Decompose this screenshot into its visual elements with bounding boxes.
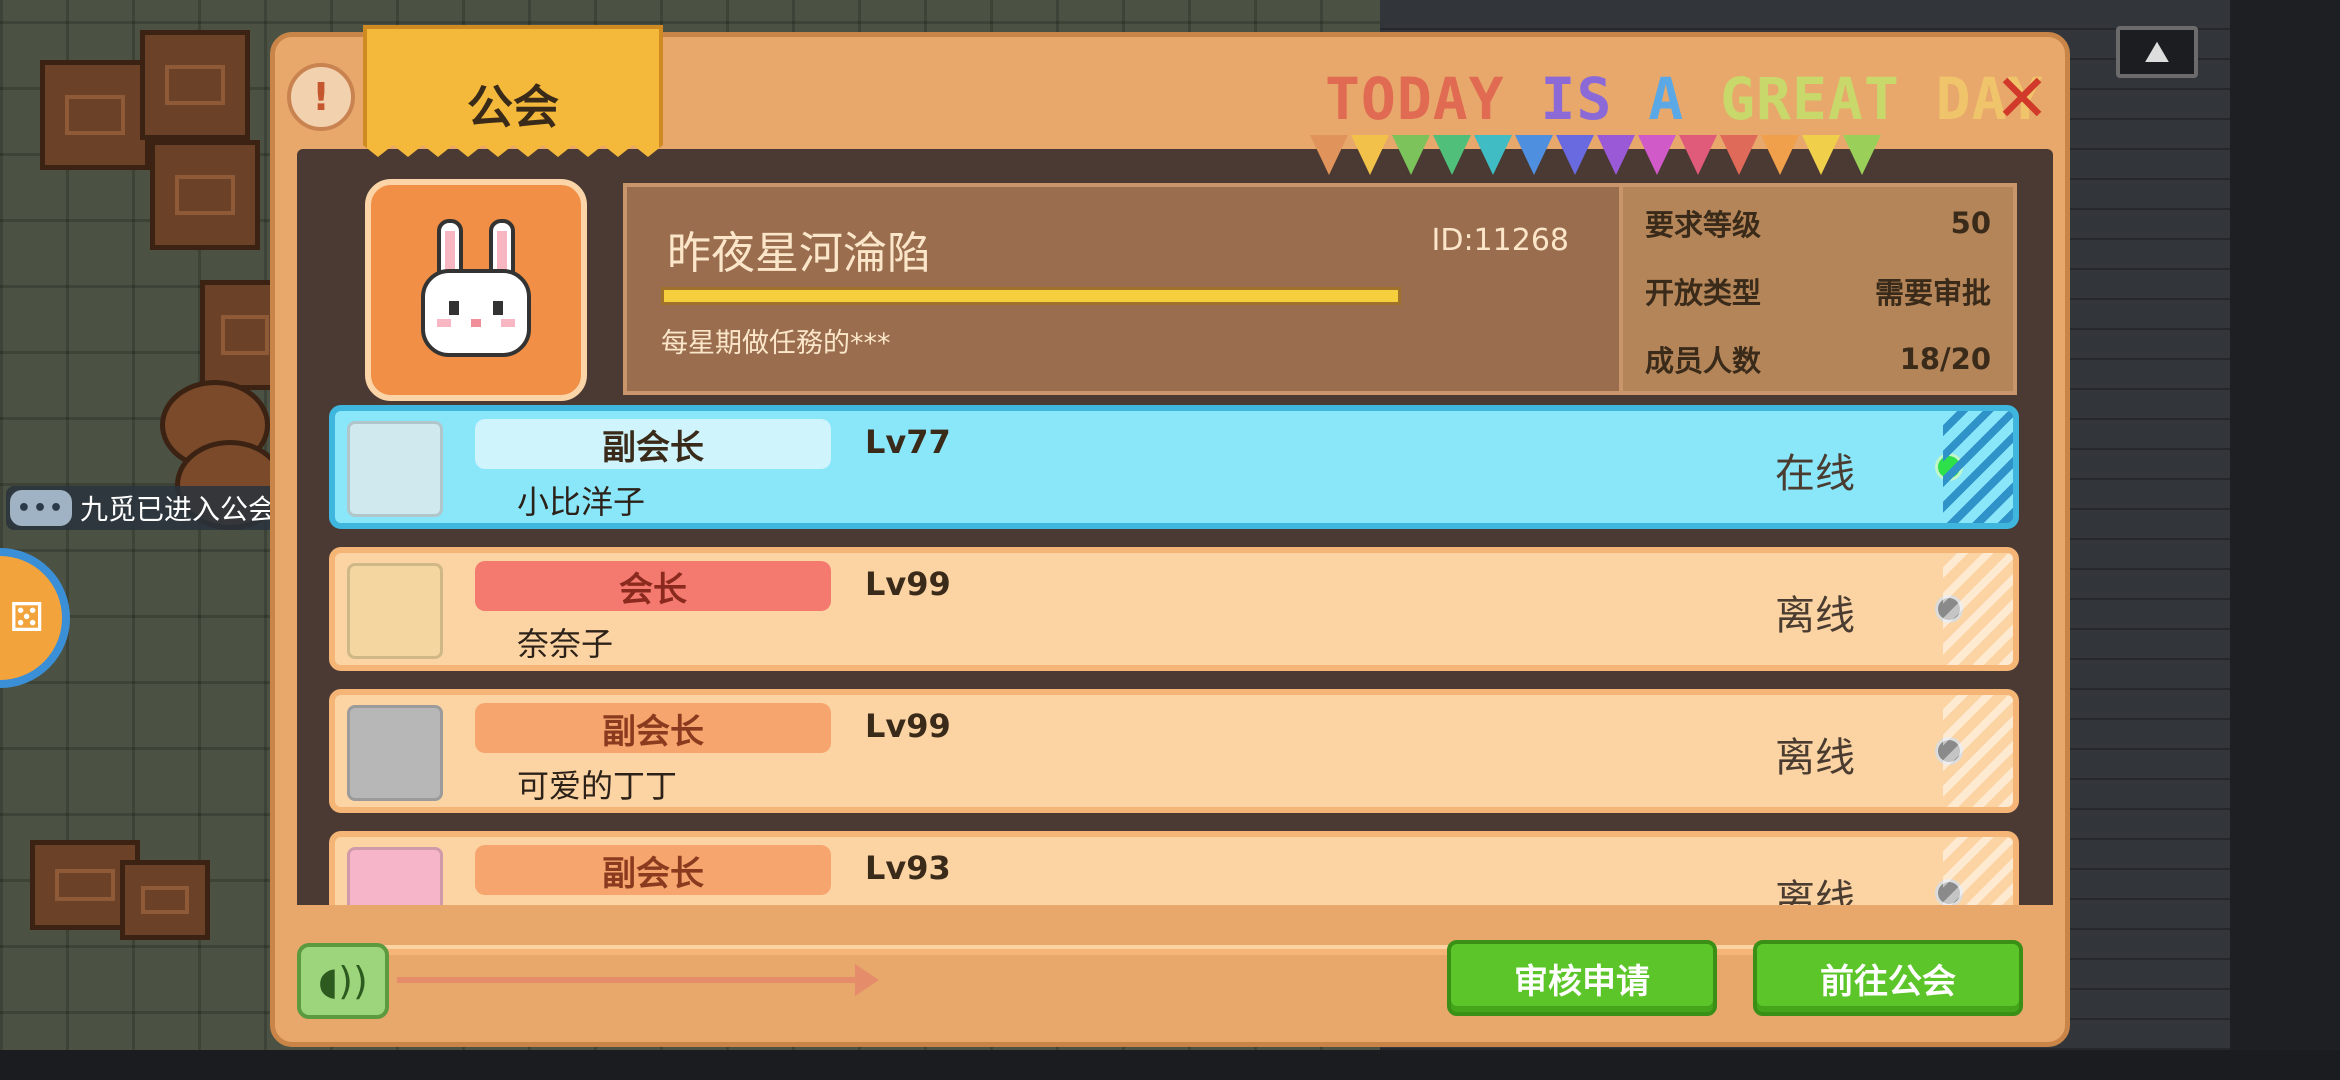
requirement-value: 18/20: [1899, 342, 1991, 376]
bunting-flag: [1474, 135, 1512, 175]
requirement-label: 开放类型: [1645, 276, 1762, 310]
list-footer-mask: [297, 905, 2053, 945]
banner-word: [1505, 65, 1541, 133]
member-row[interactable]: 副会长 Lv77 小比洋子 在线: [329, 405, 2019, 529]
member-role-badge: 会长: [475, 561, 831, 611]
row-decoration: [1943, 553, 2013, 665]
banner-word: GREAT: [1720, 65, 1900, 133]
dice-icon: ⚄: [9, 595, 44, 641]
background-crate: [150, 140, 260, 250]
bunting-flag: [1515, 135, 1553, 175]
panel-title: 公会: [467, 80, 559, 134]
banner-text: TODAY IS A GREAT DAY: [1325, 65, 2043, 133]
member-avatar: [347, 421, 443, 517]
guild-avatar: [365, 179, 587, 401]
member-role-badge: 副会长: [475, 419, 831, 469]
background-crate: [120, 860, 210, 940]
guild-name: 昨夜星河淪陷: [667, 228, 931, 279]
requirement-row: 成员人数 18/20: [1645, 339, 1991, 379]
banner-word: [1612, 65, 1648, 133]
help-button[interactable]: !: [287, 63, 355, 131]
bunting-flag: [1843, 135, 1881, 175]
bunting-flag: [1720, 135, 1758, 175]
bunting-flag: [1679, 135, 1717, 175]
requirement-label: 要求等级: [1645, 208, 1762, 242]
bunting-flag: [1556, 135, 1594, 175]
bunting-flag: [1351, 135, 1389, 175]
guild-description: 每星期做任務的***: [661, 328, 891, 359]
background-strip: [0, 1050, 2340, 1080]
bunting-flag: [1433, 135, 1471, 175]
member-name: 可爱的丁丁: [517, 767, 678, 805]
close-button[interactable]: ✕: [1990, 66, 2054, 132]
bunting-flag: [1802, 135, 1840, 175]
member-name: 小比洋子: [517, 483, 646, 521]
requirement-label: 成员人数: [1645, 344, 1762, 378]
guild-progress-bar: [661, 287, 1401, 305]
chat-notification[interactable]: ••• 九觅已进入公会: [6, 486, 285, 530]
bunting-flag: [1761, 135, 1799, 175]
guild-id: ID:11268: [1431, 223, 1570, 258]
member-status: 在线: [1775, 451, 1855, 497]
background-edge: [2230, 0, 2340, 1080]
chat-notification-text: 九觅已进入公会: [80, 493, 277, 526]
requirement-value: 需要审批: [1874, 276, 1991, 310]
guild-requirements: 要求等级 50 开放类型 需要审批 成员人数 18/20: [1623, 183, 2017, 395]
exclamation-icon: !: [312, 75, 330, 119]
member-avatar: [347, 705, 443, 801]
member-status: 离线: [1775, 593, 1855, 639]
member-avatar: [347, 563, 443, 659]
go-to-guild-button[interactable]: 前往公会: [1753, 940, 2023, 1016]
voice-speaker-icon: ◖)): [318, 959, 368, 1003]
banner-word: A: [1648, 65, 1685, 133]
member-role-badge: 副会长: [475, 845, 831, 895]
background-crate: [140, 30, 250, 140]
row-decoration: [1943, 695, 2013, 807]
requirement-value: 50: [1950, 206, 1991, 240]
requirement-row: 要求等级 50: [1645, 203, 1991, 243]
close-icon: ✕: [1994, 60, 2050, 137]
background-crate: [40, 60, 150, 170]
bunting-flag: [1310, 135, 1348, 175]
member-name: 奈奈子: [517, 625, 614, 663]
member-level: Lv99: [865, 565, 951, 603]
chat-dots-icon: •••: [10, 490, 72, 526]
requirement-row: 开放类型 需要审批: [1645, 271, 1991, 311]
row-decoration: [1943, 411, 2013, 523]
member-level: Lv93: [865, 849, 951, 887]
bunting-flag: [1597, 135, 1635, 175]
member-row[interactable]: 会长 Lv99 奈奈子 离线: [329, 547, 2019, 671]
member-role-badge: 副会长: [475, 703, 831, 753]
guild-panel: ! 公会 TODAY IS A GREAT DAY ✕ 昨夜星河淪陷 ID:11…: [270, 25, 2070, 1047]
rabbit-icon: [421, 219, 531, 357]
bunting-flags: [1310, 135, 2070, 175]
bunting-flag: [1392, 135, 1430, 175]
map-icon[interactable]: ⛰: [2116, 26, 2198, 78]
member-level: Lv99: [865, 707, 951, 745]
arrow-right-icon: [397, 964, 879, 996]
voice-button[interactable]: ◖)): [297, 943, 389, 1019]
member-level: Lv77: [865, 423, 951, 461]
banner-word: IS: [1540, 65, 1613, 133]
banner-word: [1684, 65, 1720, 133]
banner-word: TODAY: [1325, 65, 1505, 133]
bunting-flag: [1638, 135, 1676, 175]
banner-word: [1900, 65, 1936, 133]
guild-info-card: 昨夜星河淪陷 ID:11268 每星期做任務的***: [623, 183, 1623, 395]
member-status: 离线: [1775, 735, 1855, 781]
member-row[interactable]: 副会长 Lv99 可爱的丁丁 离线: [329, 689, 2019, 813]
review-applications-button[interactable]: 审核申请: [1447, 940, 1717, 1016]
